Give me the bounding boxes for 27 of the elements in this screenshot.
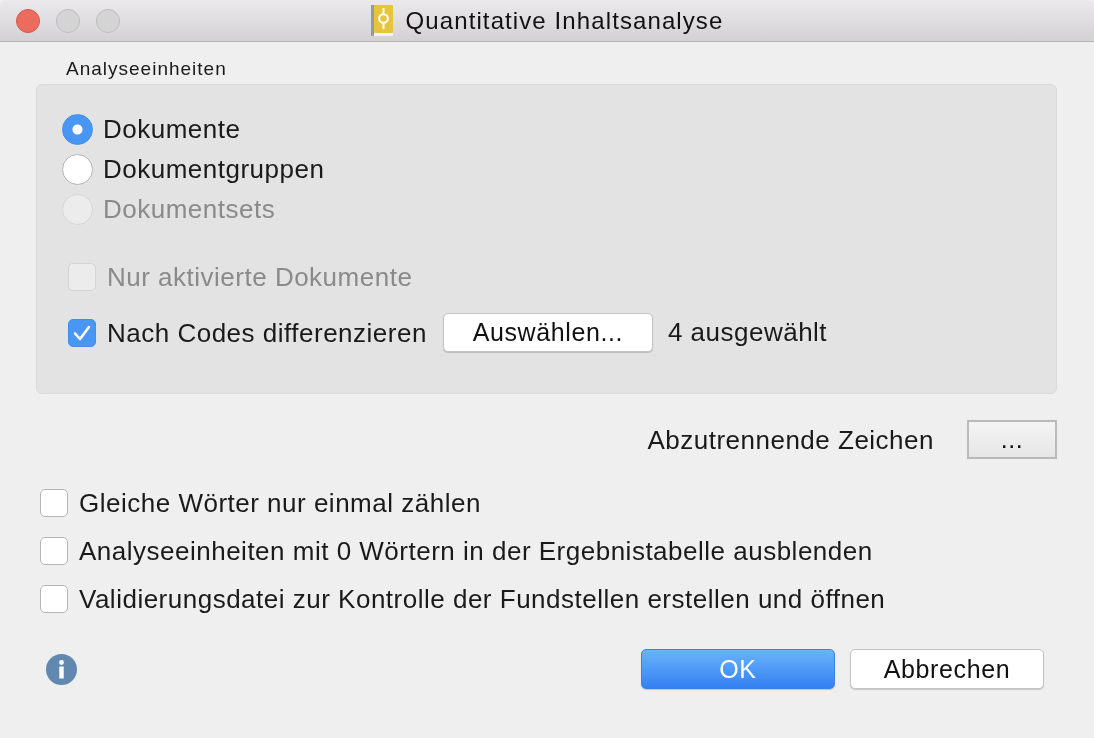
separator-label: Abzutrennende Zeichen bbox=[647, 424, 934, 455]
checkbox[interactable] bbox=[68, 318, 96, 347]
checkbox[interactable] bbox=[40, 537, 68, 565]
group-label: Analyseeinheiten bbox=[66, 58, 227, 80]
checkbox-label: Validierungsdatei zur Kontrolle der Fundstellen erstellen und öffnen bbox=[79, 584, 886, 614]
cancel-button[interactable]: Abbrechen bbox=[850, 649, 1044, 689]
zoom-button[interactable] bbox=[96, 8, 120, 33]
book-icon bbox=[370, 5, 393, 36]
radio-label: Dokumente bbox=[103, 114, 241, 144]
separator-button[interactable]: ... bbox=[967, 420, 1057, 459]
checkmark-icon bbox=[73, 324, 91, 341]
radio-button[interactable] bbox=[62, 113, 93, 145]
checkbox-label: Gleiche Wörter nur einmal zählen bbox=[79, 488, 481, 518]
close-button[interactable] bbox=[16, 8, 40, 33]
radio-label: Dokumentsets bbox=[103, 194, 276, 224]
select-button[interactable]: Auswählen... bbox=[442, 313, 653, 352]
checkbox-label: Nach Codes differenzieren bbox=[107, 317, 427, 348]
info-icon[interactable] bbox=[46, 653, 77, 685]
checkbox[interactable] bbox=[40, 489, 68, 517]
radio-label: Dokumentgruppen bbox=[103, 154, 325, 184]
window-title: Quantitative Inhaltsanalyse bbox=[405, 6, 724, 35]
minimize-button[interactable] bbox=[56, 8, 80, 33]
selection-count: 4 ausgewählt bbox=[667, 317, 828, 348]
radio-button[interactable] bbox=[62, 153, 93, 185]
checkbox-label: Nur aktivierte Dokumente bbox=[107, 262, 413, 292]
checkbox[interactable] bbox=[40, 585, 68, 613]
checkbox-label: Analyseeinheiten mit 0 Wörtern in der Ergebnistabelle ausblenden bbox=[79, 536, 873, 566]
